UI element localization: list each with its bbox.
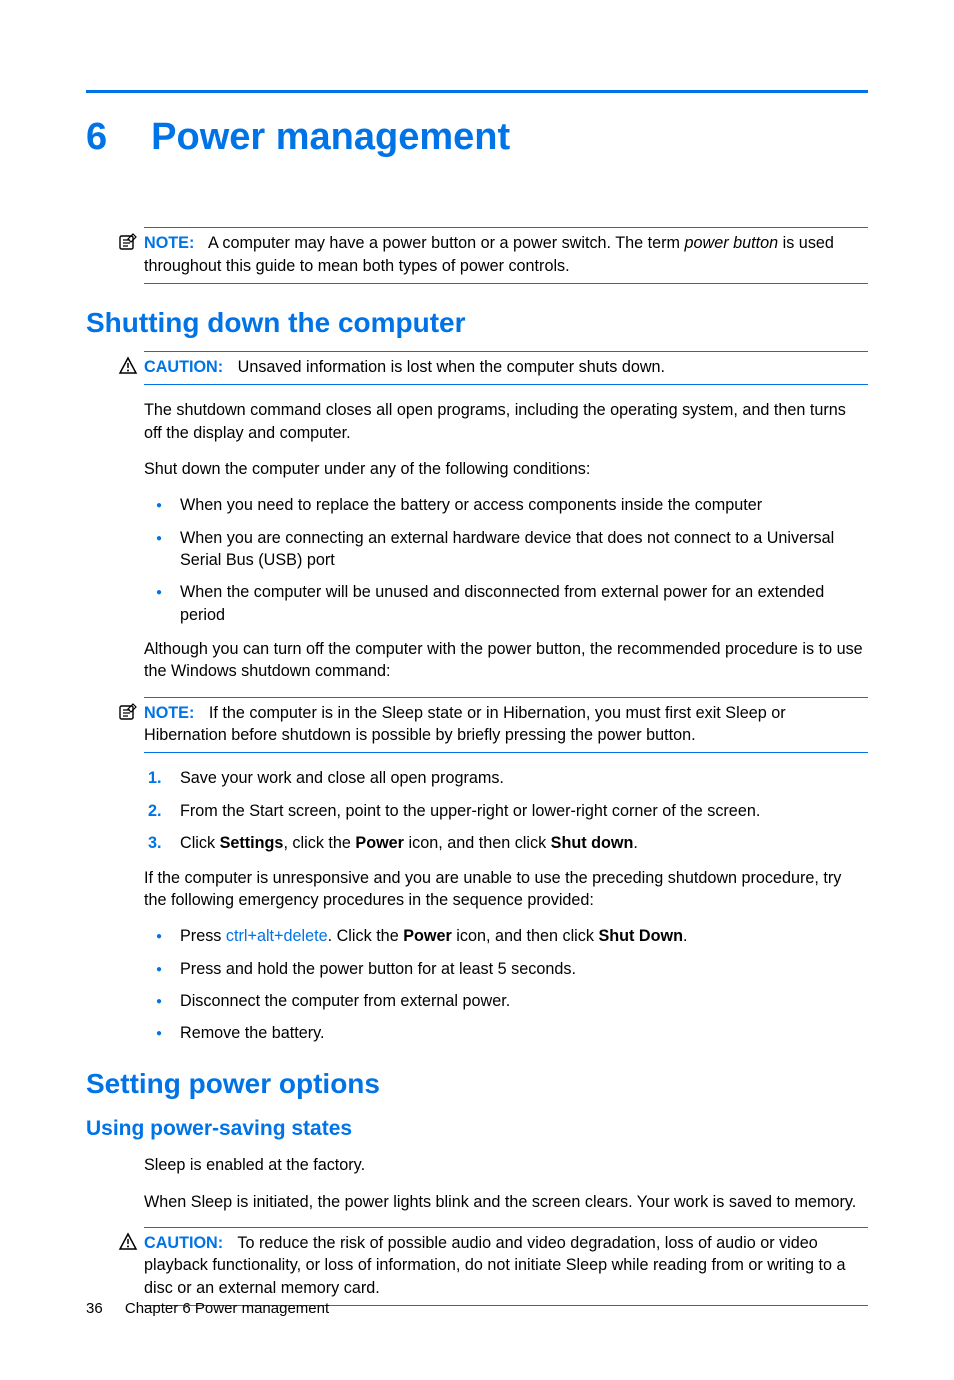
text: , click the <box>283 834 355 852</box>
step-number: 2. <box>148 800 162 822</box>
text: Press <box>180 927 226 945</box>
step-text: Click Settings, click the Power icon, an… <box>180 834 638 852</box>
caution-text: Unsaved information is lost when the com… <box>238 358 665 376</box>
bold-text: Power <box>355 834 404 852</box>
list-item: Press ctrl+alt+delete. Click the Power i… <box>144 925 868 947</box>
section-heading-power-options: Setting power options <box>86 1065 868 1104</box>
bold-text: Power <box>403 927 452 945</box>
subsection-heading-power-saving: Using power-saving states <box>86 1115 868 1144</box>
note-label: NOTE: <box>144 704 194 722</box>
step-number: 3. <box>148 832 162 854</box>
step-item: 2. From the Start screen, point to the up… <box>144 800 868 822</box>
section-heading-shutdown: Shutting down the computer <box>86 304 868 343</box>
text: . Click the <box>328 927 404 945</box>
body-para: Shut down the computer under any of the … <box>144 458 868 480</box>
text: icon, and then click <box>452 927 599 945</box>
footer-chapter-label: Chapter 6 Power management <box>125 1300 329 1317</box>
note-icon <box>118 702 138 722</box>
body-para: Although you can turn off the computer w… <box>144 638 868 683</box>
emergency-list: Press ctrl+alt+delete. Click the Power i… <box>144 925 868 1044</box>
text: Click <box>180 834 220 852</box>
caution-icon <box>118 356 138 376</box>
kbd-plus: + <box>247 927 256 945</box>
note-text-italic: power button <box>685 234 779 252</box>
bold-text: Shut Down <box>598 927 683 945</box>
text: icon, and then click <box>404 834 551 852</box>
power-saving-content: Sleep is enabled at the factory. When Sl… <box>144 1154 868 1306</box>
kbd-delete: delete <box>284 927 328 945</box>
text: . <box>683 927 688 945</box>
body-para: If the computer is unresponsive and you … <box>144 867 868 912</box>
shutdown-steps: 1. Save your work and close all open prog… <box>144 767 868 854</box>
page-number: 36 <box>86 1300 103 1317</box>
chapter-title: Power management <box>151 111 510 163</box>
caution-label: CAUTION: <box>144 1234 223 1252</box>
step-item: 3. Click Settings, click the Power icon,… <box>144 832 868 854</box>
text: . <box>633 834 638 852</box>
caution-text: To reduce the risk of possible audio and… <box>144 1234 846 1297</box>
list-item: Disconnect the computer from external po… <box>144 990 868 1012</box>
page-footer: 36 Chapter 6 Power management <box>86 1299 329 1320</box>
body-para: The shutdown command closes all open pro… <box>144 399 868 444</box>
body-para: Sleep is enabled at the factory. <box>144 1154 868 1176</box>
bold-text: Shut down <box>551 834 634 852</box>
kbd-ctrl: ctrl <box>226 927 248 945</box>
note-label: NOTE: <box>144 234 194 252</box>
kbd-plus: + <box>274 927 283 945</box>
list-item: When the computer will be unused and dis… <box>144 581 868 626</box>
shutdown-content: CAUTION: Unsaved information is lost whe… <box>144 351 868 1045</box>
chapter-rule <box>86 90 868 93</box>
note-callout: NOTE: A computer may have a power button… <box>144 227 868 284</box>
caution-callout-1: CAUTION: Unsaved information is lost whe… <box>144 351 868 385</box>
shutdown-conditions-list: When you need to replace the battery or … <box>144 494 868 626</box>
bold-text: Settings <box>220 834 284 852</box>
step-text: Save your work and close all open progra… <box>180 769 504 787</box>
chapter-heading: 6 Power management <box>86 111 868 163</box>
caution-label: CAUTION: <box>144 358 223 376</box>
kbd-alt: alt <box>257 927 274 945</box>
step-number: 1. <box>148 767 162 789</box>
chapter-number: 6 <box>86 111 107 163</box>
body-para: When Sleep is initiated, the power light… <box>144 1191 868 1213</box>
list-item: Press and hold the power button for at l… <box>144 958 868 980</box>
list-item: When you need to replace the battery or … <box>144 494 868 516</box>
caution-callout-2: CAUTION: To reduce the risk of possible … <box>144 1227 868 1306</box>
note-text-pre: A computer may have a power button or a … <box>208 234 685 252</box>
note-callout-2: NOTE: If the computer is in the Sleep st… <box>144 697 868 754</box>
step-text: From the Start screen, point to the uppe… <box>180 802 760 820</box>
list-item: When you are connecting an external hard… <box>144 527 868 572</box>
step-item: 1. Save your work and close all open prog… <box>144 767 868 789</box>
note-icon <box>118 232 138 252</box>
list-item: Remove the battery. <box>144 1022 868 1044</box>
page: 6 Power management NOTE: A computer may … <box>0 0 954 1380</box>
note-block-1: NOTE: A computer may have a power button… <box>144 227 868 284</box>
caution-icon <box>118 1232 138 1252</box>
note-text: If the computer is in the Sleep state or… <box>144 704 786 744</box>
